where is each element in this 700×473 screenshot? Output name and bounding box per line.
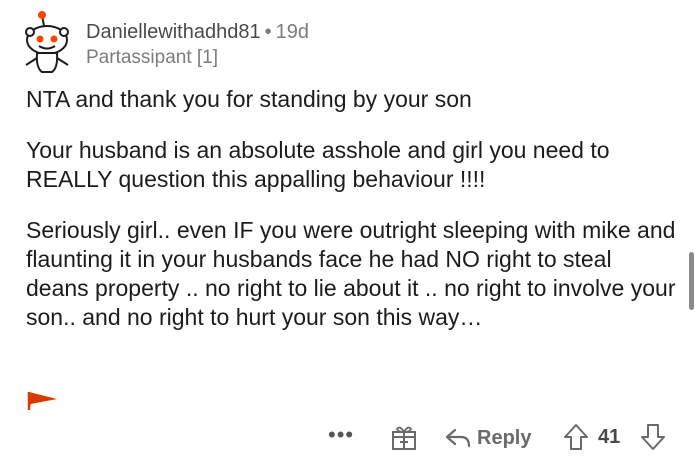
upvote-arrow-icon[interactable] <box>563 423 589 451</box>
comment-age: 19d <box>275 21 309 43</box>
comment-paragraph: Your husband is an absolute asshole and … <box>26 137 610 192</box>
username-link[interactable]: Daniellewithadhd81 <box>86 21 261 43</box>
comment-body: NTA and thank you for standing by your s… <box>26 85 676 354</box>
user-flair: Partassipant [1] <box>86 47 219 68</box>
comment-header: Daniellewithadhd81 • 19d Partassipant [1] <box>18 10 618 74</box>
reply-arrow-icon <box>445 428 471 448</box>
flag-icon <box>27 392 57 410</box>
comment-action-bar: ••• Reply 41 <box>0 418 700 458</box>
comment-paragraph: Seriously girl.. even IF you were outrig… <box>26 217 676 330</box>
comment-meta: Daniellewithadhd81 • 19d Partassipant [1] <box>86 20 309 70</box>
comment: Daniellewithadhd81 • 19d Partassipant [1] … <box>0 0 700 473</box>
more-options-button[interactable]: ••• <box>328 420 354 450</box>
vote-score: 41 <box>598 426 621 448</box>
reply-button[interactable]: Reply <box>445 424 531 452</box>
snoo-avatar-icon[interactable] <box>18 10 76 74</box>
comment-paragraph: NTA and thank you for standing by your s… <box>26 86 472 112</box>
downvote-arrow-icon[interactable] <box>640 423 666 451</box>
meta-separator: • <box>264 21 272 43</box>
gift-icon[interactable] <box>390 423 418 451</box>
reply-label: Reply <box>477 426 532 449</box>
scrollbar-thumb[interactable] <box>689 252 694 310</box>
